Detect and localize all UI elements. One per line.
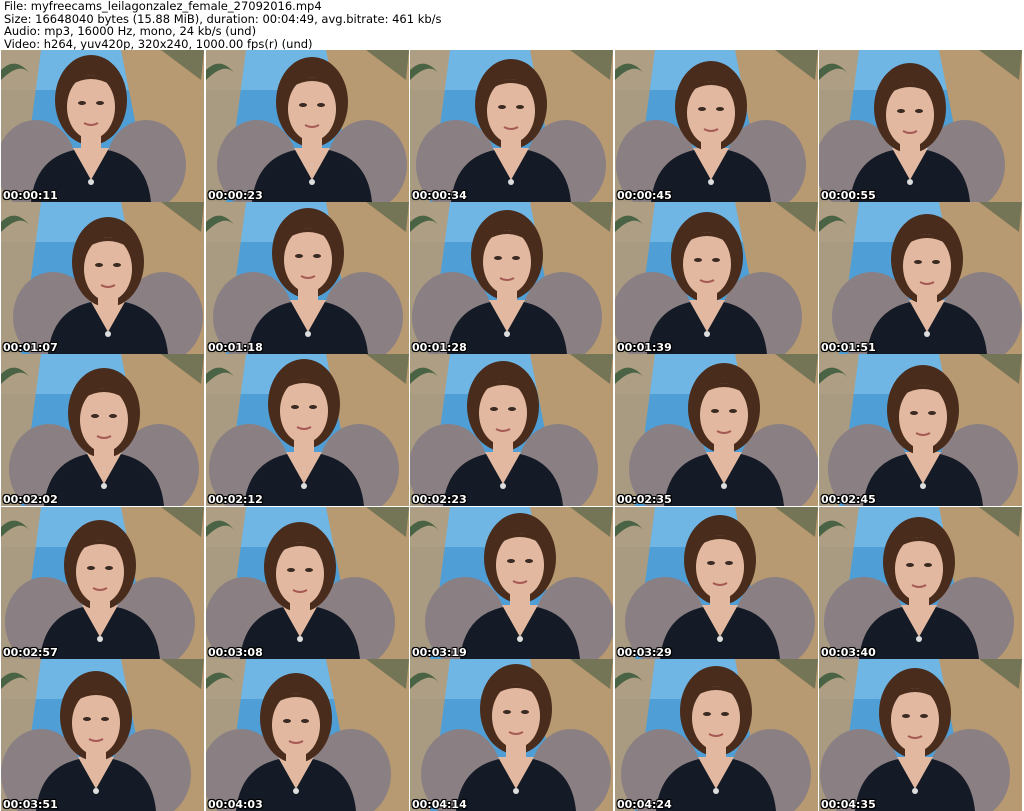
thumbnail-timestamp: 00:00:55 — [821, 189, 876, 202]
thumbnail-timestamp: 00:04:24 — [617, 798, 672, 811]
thumbnail-timestamp: 00:01:07 — [3, 341, 58, 354]
video-thumbnail: 00:03:19 — [410, 507, 613, 659]
video-thumbnail: 00:04:24 — [615, 659, 818, 811]
video-thumbnail: 00:01:18 — [206, 202, 409, 354]
thumbnail-timestamp: 00:02:45 — [821, 493, 876, 506]
file-info-header: File: myfreecams_leilagonzalez_female_27… — [4, 0, 442, 50]
frame-image — [410, 354, 613, 506]
video-thumbnail: 00:00:11 — [1, 50, 204, 202]
video-thumbnail: 00:02:02 — [1, 354, 204, 506]
frame-image — [1, 659, 204, 811]
video-thumbnail: 00:00:45 — [615, 50, 818, 202]
thumbnail-timestamp: 00:02:23 — [412, 493, 467, 506]
video-thumbnail: 00:04:14 — [410, 659, 613, 811]
video-thumbnail: 00:04:35 — [819, 659, 1022, 811]
thumbnail-timestamp: 00:03:51 — [3, 798, 58, 811]
video-thumbnail: 00:03:51 — [1, 659, 204, 811]
thumbnail-timestamp: 00:02:35 — [617, 493, 672, 506]
video-thumbnail: 00:02:35 — [615, 354, 818, 506]
frame-image — [410, 659, 613, 811]
video-thumbnail: 00:01:51 — [819, 202, 1022, 354]
video-thumbnail: 00:04:03 — [206, 659, 409, 811]
thumbnail-timestamp: 00:00:34 — [412, 189, 467, 202]
thumbnail-timestamp: 00:01:28 — [412, 341, 467, 354]
video-thumbnail: 00:02:57 — [1, 507, 204, 659]
video-thumbnail: 00:03:40 — [819, 507, 1022, 659]
thumbnail-timestamp: 00:03:19 — [412, 646, 467, 659]
video-thumbnail: 00:00:55 — [819, 50, 1022, 202]
frame-image — [1, 507, 204, 659]
thumbnail-timestamp: 00:01:51 — [821, 341, 876, 354]
frame-image — [819, 202, 1022, 354]
frame-image — [410, 202, 613, 354]
frame-image — [1, 354, 204, 506]
video-line: Video: h264, yuv420p, 320x240, 1000.00 f… — [4, 36, 313, 51]
frame-image — [206, 202, 409, 354]
thumbnail-timestamp: 00:01:39 — [617, 341, 672, 354]
frame-image — [819, 50, 1022, 202]
frame-image — [410, 50, 613, 202]
frame-image — [1, 50, 204, 202]
video-thumbnail: 00:02:12 — [206, 354, 409, 506]
thumbnail-timestamp: 00:03:40 — [821, 646, 876, 659]
frame-image — [1, 202, 204, 354]
file-line: File: myfreecams_leilagonzalez_female_27… — [4, 0, 322, 13]
frame-image — [615, 202, 818, 354]
thumbnail-timestamp: 00:02:57 — [3, 646, 58, 659]
video-thumbnail: 00:02:45 — [819, 354, 1022, 506]
video-thumbnail: 00:03:08 — [206, 507, 409, 659]
audio-line: Audio: mp3, 16000 Hz, mono, 24 kb/s (und… — [4, 24, 257, 38]
frame-image — [206, 507, 409, 659]
frame-image — [615, 354, 818, 506]
frame-image — [206, 50, 409, 202]
thumbnail-timestamp: 00:02:12 — [208, 493, 263, 506]
frame-image — [206, 659, 409, 811]
video-thumbnail: 00:00:34 — [410, 50, 613, 202]
thumbnail-timestamp: 00:04:03 — [208, 798, 263, 811]
thumbnail-timestamp: 00:01:18 — [208, 341, 263, 354]
frame-image — [615, 507, 818, 659]
video-thumbnail: 00:01:28 — [410, 202, 613, 354]
thumbnail-timestamp: 00:04:14 — [412, 798, 467, 811]
video-thumbnail: 00:03:29 — [615, 507, 818, 659]
frame-image — [206, 354, 409, 506]
frame-image — [819, 507, 1022, 659]
video-thumbnail: 00:02:23 — [410, 354, 613, 506]
thumbnail-timestamp: 00:04:35 — [821, 798, 876, 811]
thumbnail-timestamp: 00:03:29 — [617, 646, 672, 659]
thumbnail-timestamp: 00:00:45 — [617, 189, 672, 202]
frame-image — [819, 659, 1022, 811]
thumbnail-timestamp: 00:00:23 — [208, 189, 263, 202]
thumbnail-timestamp: 00:00:11 — [3, 189, 58, 202]
video-thumbnail: 00:00:23 — [206, 50, 409, 202]
frame-image — [615, 50, 818, 202]
thumbnail-timestamp: 00:03:08 — [208, 646, 263, 659]
video-thumbnail: 00:01:07 — [1, 202, 204, 354]
video-thumbnail: 00:01:39 — [615, 202, 818, 354]
frame-image — [615, 659, 818, 811]
frame-image — [819, 354, 1022, 506]
frame-image — [410, 507, 613, 659]
thumbnail-timestamp: 00:02:02 — [3, 493, 58, 506]
